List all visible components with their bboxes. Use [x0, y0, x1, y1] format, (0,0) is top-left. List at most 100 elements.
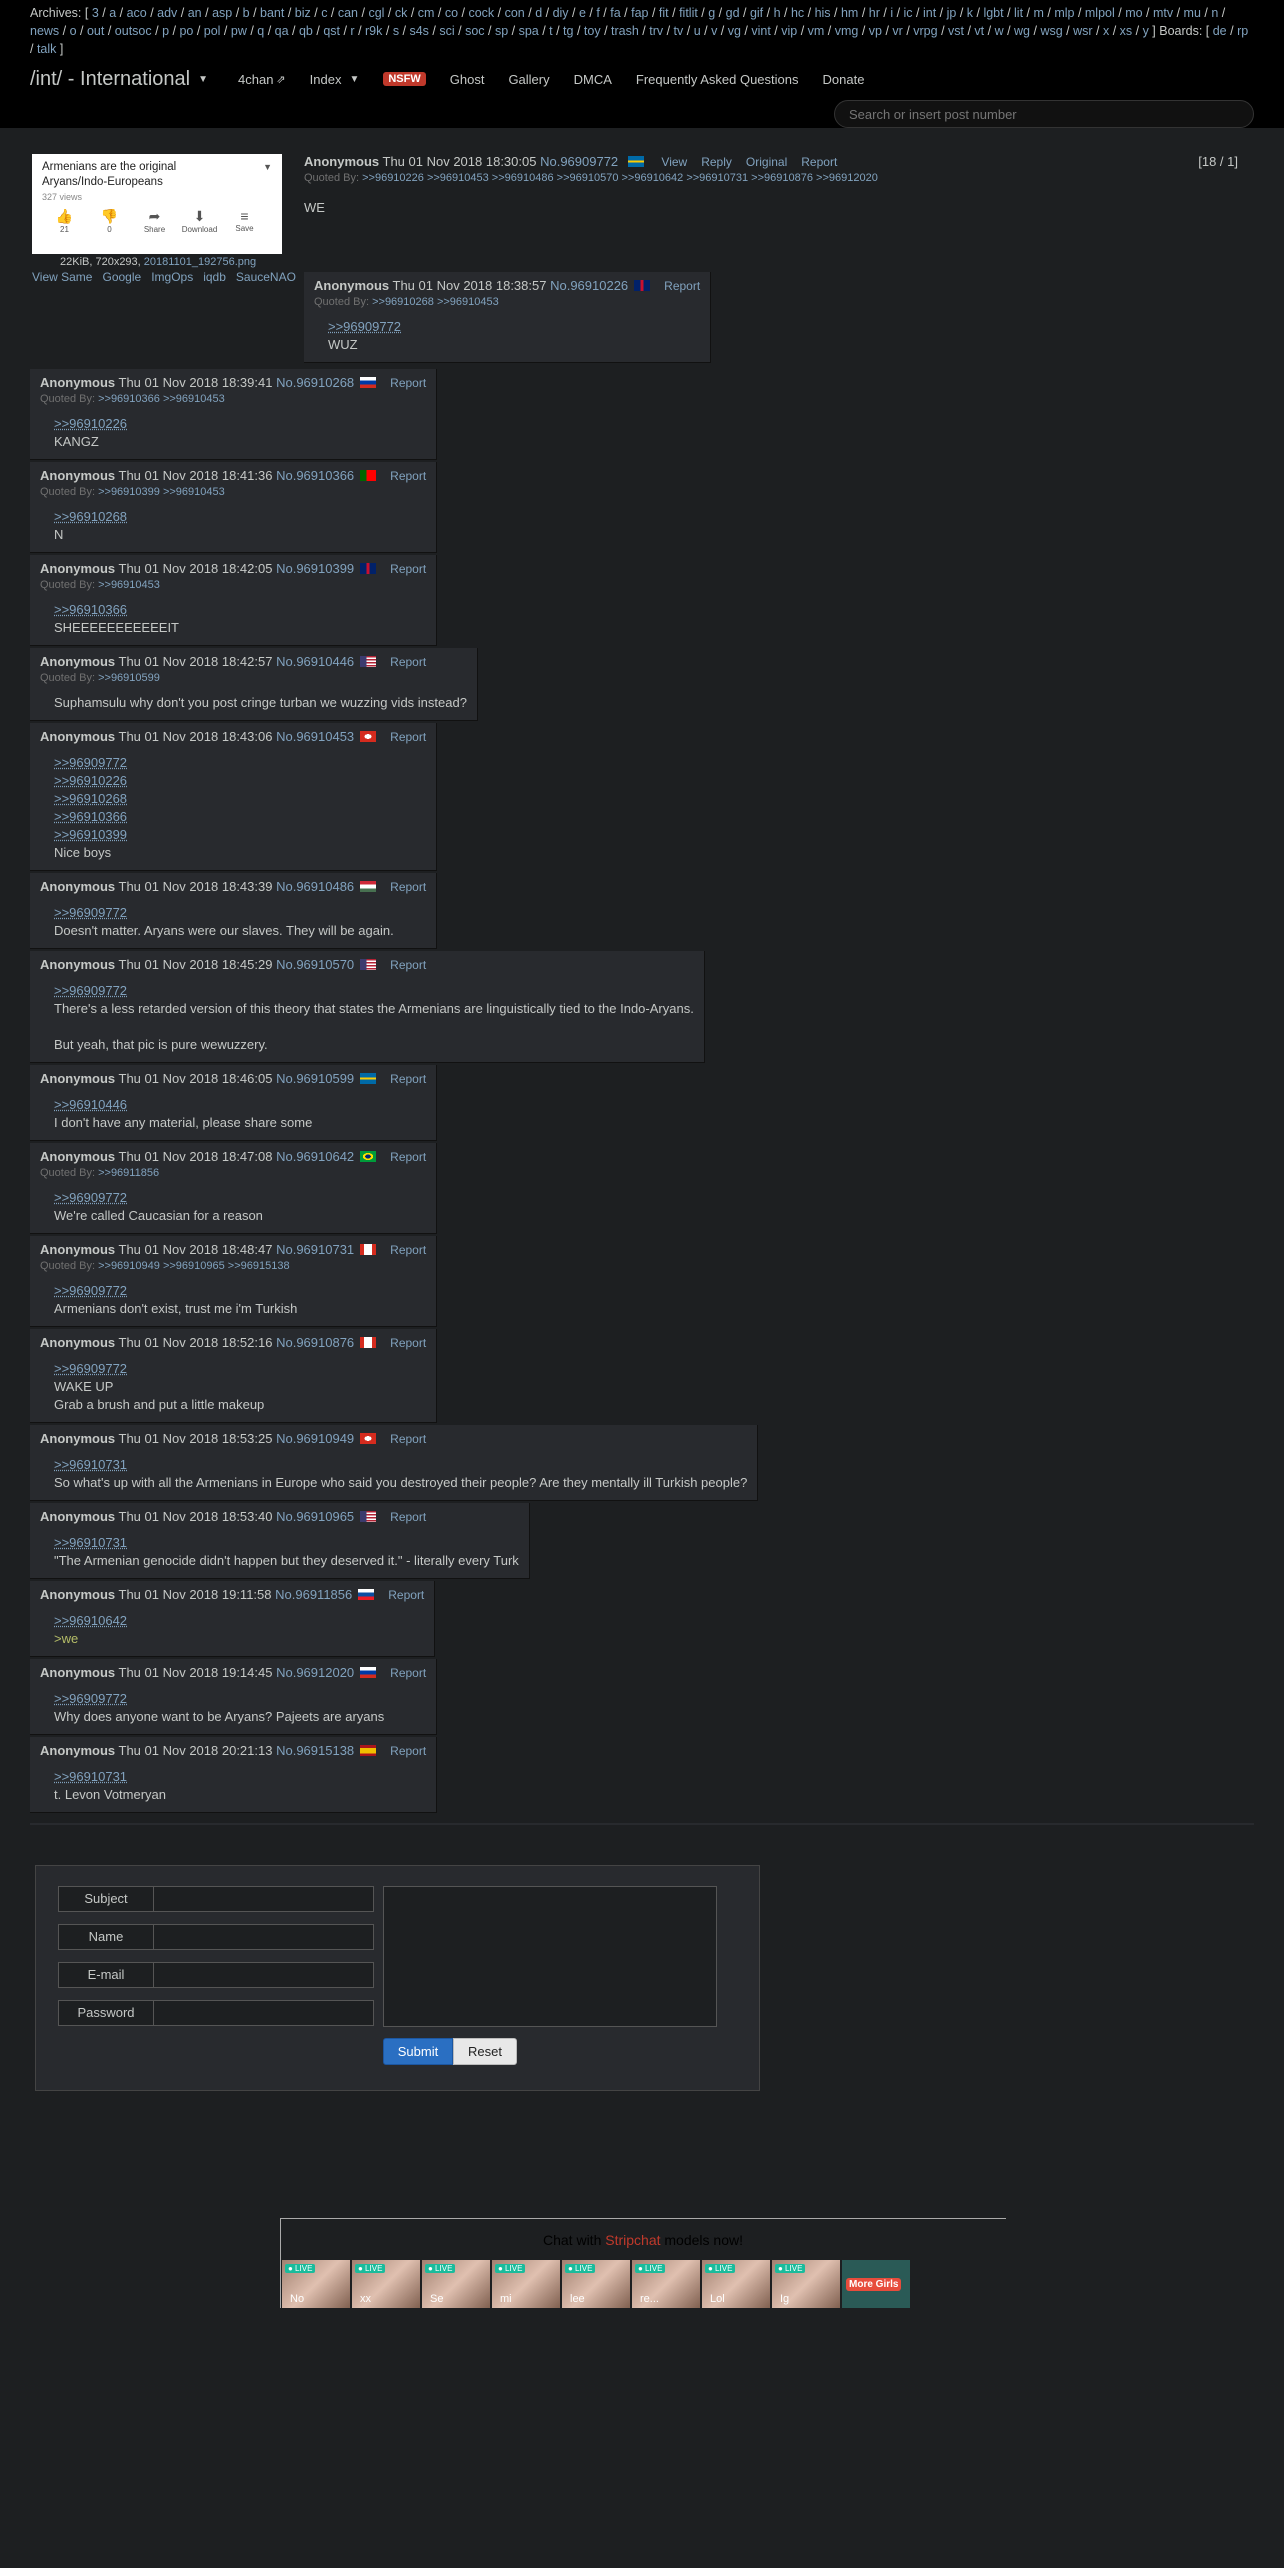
- board-link-jp[interactable]: jp: [947, 6, 957, 20]
- board-link-c[interactable]: c: [321, 6, 327, 20]
- quote-link[interactable]: >>96910446: [54, 1096, 426, 1114]
- nav-4chan[interactable]: 4chan ⇗: [238, 72, 286, 87]
- nav-index[interactable]: Index ▼: [310, 72, 360, 87]
- board-link-mo[interactable]: mo: [1125, 6, 1142, 20]
- board-link-sp[interactable]: sp: [495, 24, 508, 38]
- model-tile[interactable]: ● LIVE Se: [422, 2260, 490, 2308]
- board-link-fitlit[interactable]: fitlit: [679, 6, 698, 20]
- board-link-de[interactable]: de: [1213, 24, 1227, 38]
- board-link-wsr[interactable]: wsr: [1073, 24, 1092, 38]
- submit-button[interactable]: Submit: [383, 2038, 453, 2065]
- board-link-cgl[interactable]: cgl: [368, 6, 384, 20]
- post-number[interactable]: No.96910949: [276, 1431, 354, 1446]
- board-link-w[interactable]: w: [995, 24, 1004, 38]
- board-link-soc[interactable]: soc: [465, 24, 484, 38]
- board-link-talk[interactable]: talk: [37, 42, 56, 56]
- password-field[interactable]: [154, 2000, 374, 2026]
- quote-link[interactable]: >>96909772: [54, 1282, 426, 1300]
- post-number[interactable]: No.96910366: [276, 468, 354, 483]
- post-number[interactable]: No.96910965: [276, 1509, 354, 1524]
- board-link-rp[interactable]: rp: [1237, 24, 1248, 38]
- board-link-h[interactable]: h: [774, 6, 781, 20]
- nav-donate[interactable]: Donate: [823, 72, 865, 87]
- board-link-g[interactable]: g: [708, 6, 715, 20]
- nav-gallery[interactable]: Gallery: [508, 72, 549, 87]
- board-link-gd[interactable]: gd: [726, 6, 740, 20]
- board-link-ck[interactable]: ck: [395, 6, 408, 20]
- quote-link[interactable]: >>96909772: [54, 1690, 426, 1708]
- board-link-lgbt[interactable]: lgbt: [983, 6, 1003, 20]
- board-link-trv[interactable]: trv: [649, 24, 663, 38]
- board-link-fap[interactable]: fap: [631, 6, 648, 20]
- board-link-vmg[interactable]: vmg: [835, 24, 859, 38]
- board-link-wsg[interactable]: wsg: [1040, 24, 1062, 38]
- nav-faq[interactable]: Frequently Asked Questions: [636, 72, 799, 87]
- quoted-by-links[interactable]: >>96910399 >>96910453: [98, 486, 225, 498]
- post-number[interactable]: No.96910731: [276, 1242, 354, 1257]
- board-link-con[interactable]: con: [505, 6, 525, 20]
- thumbs-up-action[interactable]: 👍 21: [42, 208, 87, 234]
- comment-textarea[interactable]: [383, 1886, 717, 2027]
- post-number[interactable]: No.96911856: [275, 1587, 352, 1602]
- more-girls-tile[interactable]: More Girls: [842, 2260, 910, 2308]
- quoted-by-links[interactable]: >>96910599: [98, 672, 160, 684]
- board-link-f[interactable]: f: [596, 6, 599, 20]
- image-link-view-same[interactable]: View Same: [32, 270, 92, 284]
- board-link-po[interactable]: po: [179, 24, 193, 38]
- board-link-tv[interactable]: tv: [674, 24, 684, 38]
- thumbs-down-action[interactable]: 👎 0: [87, 208, 132, 234]
- report-link[interactable]: Report: [390, 1510, 426, 1524]
- post-number[interactable]: No.96909772: [540, 154, 618, 169]
- board-link-mlp[interactable]: mlp: [1054, 6, 1074, 20]
- report-link[interactable]: Report: [664, 279, 700, 293]
- board-link-gif[interactable]: gif: [750, 6, 763, 20]
- board-link-u[interactable]: u: [694, 24, 701, 38]
- board-link-vg[interactable]: vg: [728, 24, 741, 38]
- quote-link[interactable]: >>96910731: [54, 1456, 747, 1474]
- quote-link[interactable]: >>96909772: [328, 318, 700, 336]
- report-link[interactable]: Report: [390, 562, 426, 576]
- board-link-aco[interactable]: aco: [127, 6, 147, 20]
- subject-field[interactable]: [154, 1886, 374, 1912]
- quote-link[interactable]: >>96909772: [54, 754, 426, 772]
- name-field[interactable]: [154, 1924, 374, 1950]
- menu-view[interactable]: View: [661, 155, 687, 169]
- board-link-outsoc[interactable]: outsoc: [115, 24, 152, 38]
- board-link-news[interactable]: news: [30, 24, 59, 38]
- board-link-wg[interactable]: wg: [1014, 24, 1030, 38]
- board-link-mlpol[interactable]: mlpol: [1085, 6, 1115, 20]
- board-link-fa[interactable]: fa: [610, 6, 620, 20]
- board-link-bant[interactable]: bant: [260, 6, 284, 20]
- board-link-3[interactable]: 3: [92, 6, 99, 20]
- board-link-sci[interactable]: sci: [439, 24, 454, 38]
- board-link-b[interactable]: b: [243, 6, 250, 20]
- report-link[interactable]: Report: [390, 655, 426, 669]
- post-number[interactable]: No.96910453: [276, 729, 354, 744]
- board-link-pol[interactable]: pol: [204, 24, 221, 38]
- quoted-by-links[interactable]: >>96910453: [98, 579, 160, 591]
- post-number[interactable]: No.96910268: [276, 375, 354, 390]
- quote-link[interactable]: >>96910731: [54, 1768, 426, 1786]
- quote-link[interactable]: >>96909772: [54, 982, 694, 1000]
- board-link-adv[interactable]: adv: [157, 6, 177, 20]
- post-number[interactable]: No.96912020: [276, 1665, 354, 1680]
- report-link[interactable]: Report: [390, 1150, 426, 1164]
- search-input[interactable]: [834, 100, 1254, 128]
- post-number[interactable]: No.96910486: [276, 879, 354, 894]
- model-tile[interactable]: ● LIVE mi: [492, 2260, 560, 2308]
- board-link-can[interactable]: can: [338, 6, 358, 20]
- report-link[interactable]: Report: [388, 1588, 424, 1602]
- report-link[interactable]: Report: [390, 1432, 426, 1446]
- board-link-co[interactable]: co: [445, 6, 458, 20]
- email-field[interactable]: [154, 1962, 374, 1988]
- board-link-toy[interactable]: toy: [584, 24, 601, 38]
- report-link[interactable]: Report: [390, 1072, 426, 1086]
- board-link-o[interactable]: o: [70, 24, 77, 38]
- model-tile[interactable]: ● LIVE re...: [632, 2260, 700, 2308]
- image-link-google[interactable]: Google: [102, 270, 141, 284]
- menu-report[interactable]: Report: [801, 155, 837, 169]
- quoted-by-links[interactable]: >>96911856: [98, 1167, 159, 1179]
- more-girls-button[interactable]: More Girls: [846, 2278, 902, 2291]
- image-link-iqdb[interactable]: iqdb: [203, 270, 226, 284]
- report-link[interactable]: Report: [390, 1666, 426, 1680]
